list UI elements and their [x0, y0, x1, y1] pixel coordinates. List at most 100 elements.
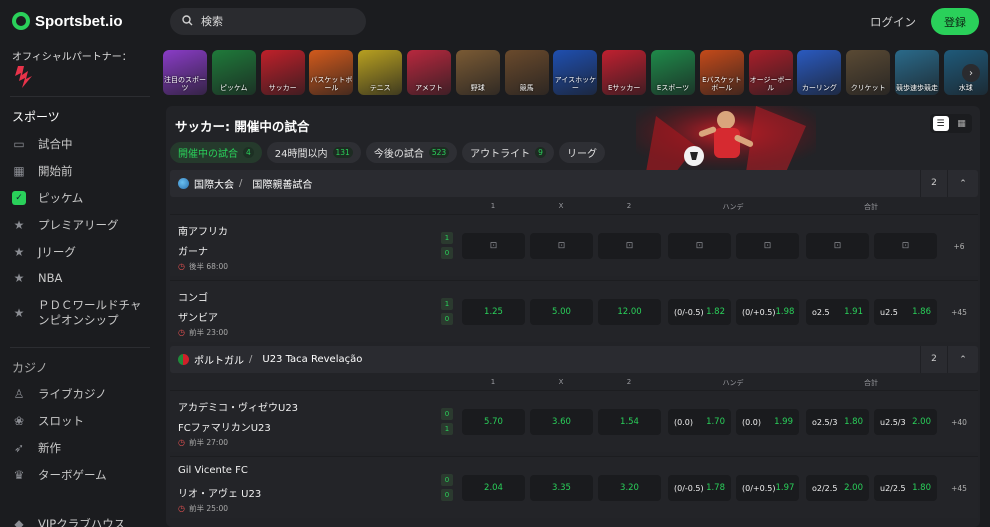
- filter-chip-count: 131: [332, 147, 353, 158]
- odds-button[interactable]: (0/-0.5) 1.78: [668, 475, 731, 501]
- home-team: Gil Vicente FC: [178, 465, 248, 476]
- odds-button[interactable]: 1.54: [598, 409, 661, 435]
- filter-chip[interactable]: アウトライト 9: [462, 142, 554, 163]
- chevron-up-icon[interactable]: ⌃: [952, 355, 974, 365]
- sport-tile[interactable]: ピッケム: [211, 50, 256, 95]
- sport-tile-label: サッカー: [268, 84, 297, 92]
- odds-button[interactable]: 5.00: [530, 299, 593, 325]
- filter-chip[interactable]: 24時間以内 131: [266, 142, 361, 163]
- filter-chip[interactable]: 開催中の試合 4: [170, 142, 262, 163]
- sidebar-item-label: NBA: [38, 271, 63, 285]
- sidebar-item[interactable]: ★ プレミアリーグ: [12, 217, 152, 233]
- filter-chip[interactable]: リーグ: [558, 142, 605, 163]
- sidebar-item-label: 新作: [38, 441, 61, 455]
- odds-button[interactable]: 3.20: [598, 475, 661, 501]
- away-team: リオ・アヴェ U23: [178, 489, 262, 500]
- odds-button[interactable]: 3.60: [530, 409, 593, 435]
- odds-button[interactable]: 3.35: [530, 475, 593, 501]
- league-header[interactable]: ポルトガル / U23 Taca Revelação 2 ⌃: [170, 346, 978, 373]
- search-bar[interactable]: [170, 8, 366, 35]
- odds-button[interactable]: ⊡: [874, 233, 937, 259]
- column-label: 2: [626, 202, 632, 210]
- sport-tile[interactable]: カーリング: [797, 50, 842, 95]
- odds-button[interactable]: u2.5 1.86: [874, 299, 937, 325]
- odds-button[interactable]: (0/-0.5) 1.82: [668, 299, 731, 325]
- sport-tile[interactable]: 競馬: [504, 50, 549, 95]
- sport-tile[interactable]: テニス: [358, 50, 403, 95]
- search-input[interactable]: [201, 15, 351, 28]
- sport-tile[interactable]: 競歩速歩競走: [895, 50, 939, 95]
- chevron-up-icon[interactable]: ⌃: [952, 179, 974, 189]
- sport-tile[interactable]: アイスホッケー: [553, 50, 598, 95]
- odds-price: 1.78: [706, 483, 725, 493]
- home-team: アカデミコ・ヴィゼウU23: [178, 403, 299, 414]
- sport-tile[interactable]: Eバスケットボール: [699, 50, 744, 95]
- register-button[interactable]: 登録: [931, 8, 979, 35]
- odds-button[interactable]: o2.5/3 1.80: [806, 409, 869, 435]
- odds-line: (0/+0.5): [742, 483, 776, 493]
- logo[interactable]: Sportsbet.io: [12, 12, 123, 30]
- odds-button[interactable]: 5.70: [462, 409, 525, 435]
- more-markets-link[interactable]: +45: [944, 484, 974, 493]
- sidebar-item[interactable]: ✓ ピッケム: [12, 190, 152, 206]
- match-time: ◷ 前半 25:00: [178, 503, 228, 514]
- odds-button[interactable]: ⊡: [530, 233, 593, 259]
- odds-button[interactable]: 2.04: [462, 475, 525, 501]
- sidebar-item[interactable]: ➶ 新作: [12, 440, 152, 456]
- odds-button[interactable]: u2.5/3 2.00: [874, 409, 937, 435]
- sidebar-item[interactable]: ★ Jリーグ: [12, 244, 152, 260]
- odds-button[interactable]: 1.25: [462, 299, 525, 325]
- match-row[interactable]: コンゴ ザンビア ◷ 前半 23:00 1 0 1.25 5.00 12.00 (0/-0.5) 1…: [170, 280, 978, 342]
- odds-line: (0/-0.5): [674, 483, 704, 493]
- odds-button[interactable]: (0.0) 1.99: [736, 409, 799, 435]
- league-header[interactable]: 国際大会 / 国際親善試合 2 ⌃: [170, 170, 978, 197]
- odds-price: 1.82: [706, 307, 725, 317]
- login-link[interactable]: ログイン: [870, 14, 916, 30]
- away-score: 0: [441, 247, 453, 259]
- sidebar-item[interactable]: ▦ 開始前: [12, 163, 152, 179]
- match-row[interactable]: Gil Vicente FC リオ・アヴェ U23 ◷ 前半 25:00 0 0 2.04 3…: [170, 456, 978, 518]
- more-markets-link[interactable]: +45: [944, 308, 974, 317]
- sport-tile[interactable]: バスケットボール: [309, 50, 354, 95]
- sidebar-item[interactable]: ♛ ターボゲーム: [12, 467, 152, 483]
- sport-tile[interactable]: サッカー: [260, 50, 305, 95]
- odds-button[interactable]: ⊡: [806, 233, 869, 259]
- odds-column-labels: 1 X 2 ハンデ 合計: [170, 375, 978, 391]
- more-markets-link[interactable]: +6: [944, 242, 974, 251]
- grid-view-icon[interactable]: ▦: [954, 116, 970, 131]
- sport-tile[interactable]: アメフト: [407, 50, 451, 95]
- sport-tile[interactable]: Eスポーツ: [651, 50, 695, 95]
- lock-icon: ⊡: [833, 241, 842, 251]
- sport-tile[interactable]: 野球: [455, 50, 500, 95]
- odds-button[interactable]: 12.00: [598, 299, 661, 325]
- filter-chip[interactable]: 今後の試合 523: [365, 142, 458, 163]
- odds-button[interactable]: (0/+0.5) 1.98: [736, 299, 799, 325]
- odds-button[interactable]: o2.5 1.91: [806, 299, 869, 325]
- sport-tile[interactable]: オージーボール: [748, 50, 793, 95]
- odds-button[interactable]: ⊡: [736, 233, 799, 259]
- odds-button[interactable]: ⊡: [462, 233, 525, 259]
- odds-button[interactable]: o2/2.5 2.00: [806, 475, 869, 501]
- match-row[interactable]: アカデミコ・ヴィゼウU23 FCファマリカンU23 ◷ 前半 27:00 0 1 5.70 3…: [170, 390, 978, 452]
- sidebar-item[interactable]: ★ NBA: [12, 271, 152, 285]
- odds-button[interactable]: ⊡: [598, 233, 661, 259]
- sidebar-item[interactable]: ◆ VIPクラブハウス: [12, 516, 152, 527]
- star-icon: ★: [13, 245, 25, 259]
- odds-button[interactable]: u2/2.5 1.80: [874, 475, 937, 501]
- more-markets-link[interactable]: +40: [944, 418, 974, 427]
- sidebar-item[interactable]: ▭ 試合中: [12, 136, 152, 152]
- sidebar-item[interactable]: ★ ＰＤＣワールドチャンピオンシップ: [12, 298, 152, 328]
- odds-button[interactable]: (0.0) 1.70: [668, 409, 731, 435]
- list-view-icon[interactable]: ☰: [932, 116, 949, 131]
- sport-tile[interactable]: クリケット: [846, 50, 891, 95]
- chevron-right-icon[interactable]: ›: [962, 64, 980, 82]
- sidebar-item[interactable]: ❀ スロット: [12, 413, 152, 429]
- odds-button[interactable]: ⊡: [668, 233, 731, 259]
- match-row[interactable]: 南アフリカ ガーナ ◷ 後半 68:00 1 0 ⊡ ⊡ ⊡ ⊡ ⊡ ⊡ ⊡ +6: [170, 214, 978, 276]
- league-region: ポルトガル: [194, 356, 244, 367]
- odds-line: u2.5: [880, 307, 898, 317]
- odds-button[interactable]: (0/+0.5) 1.97: [736, 475, 799, 501]
- sidebar-item[interactable]: ♙ ライブカジノ: [12, 386, 152, 402]
- sport-tile[interactable]: Eサッカー: [602, 50, 647, 95]
- sport-tile[interactable]: 注目のスポーツ: [163, 50, 207, 95]
